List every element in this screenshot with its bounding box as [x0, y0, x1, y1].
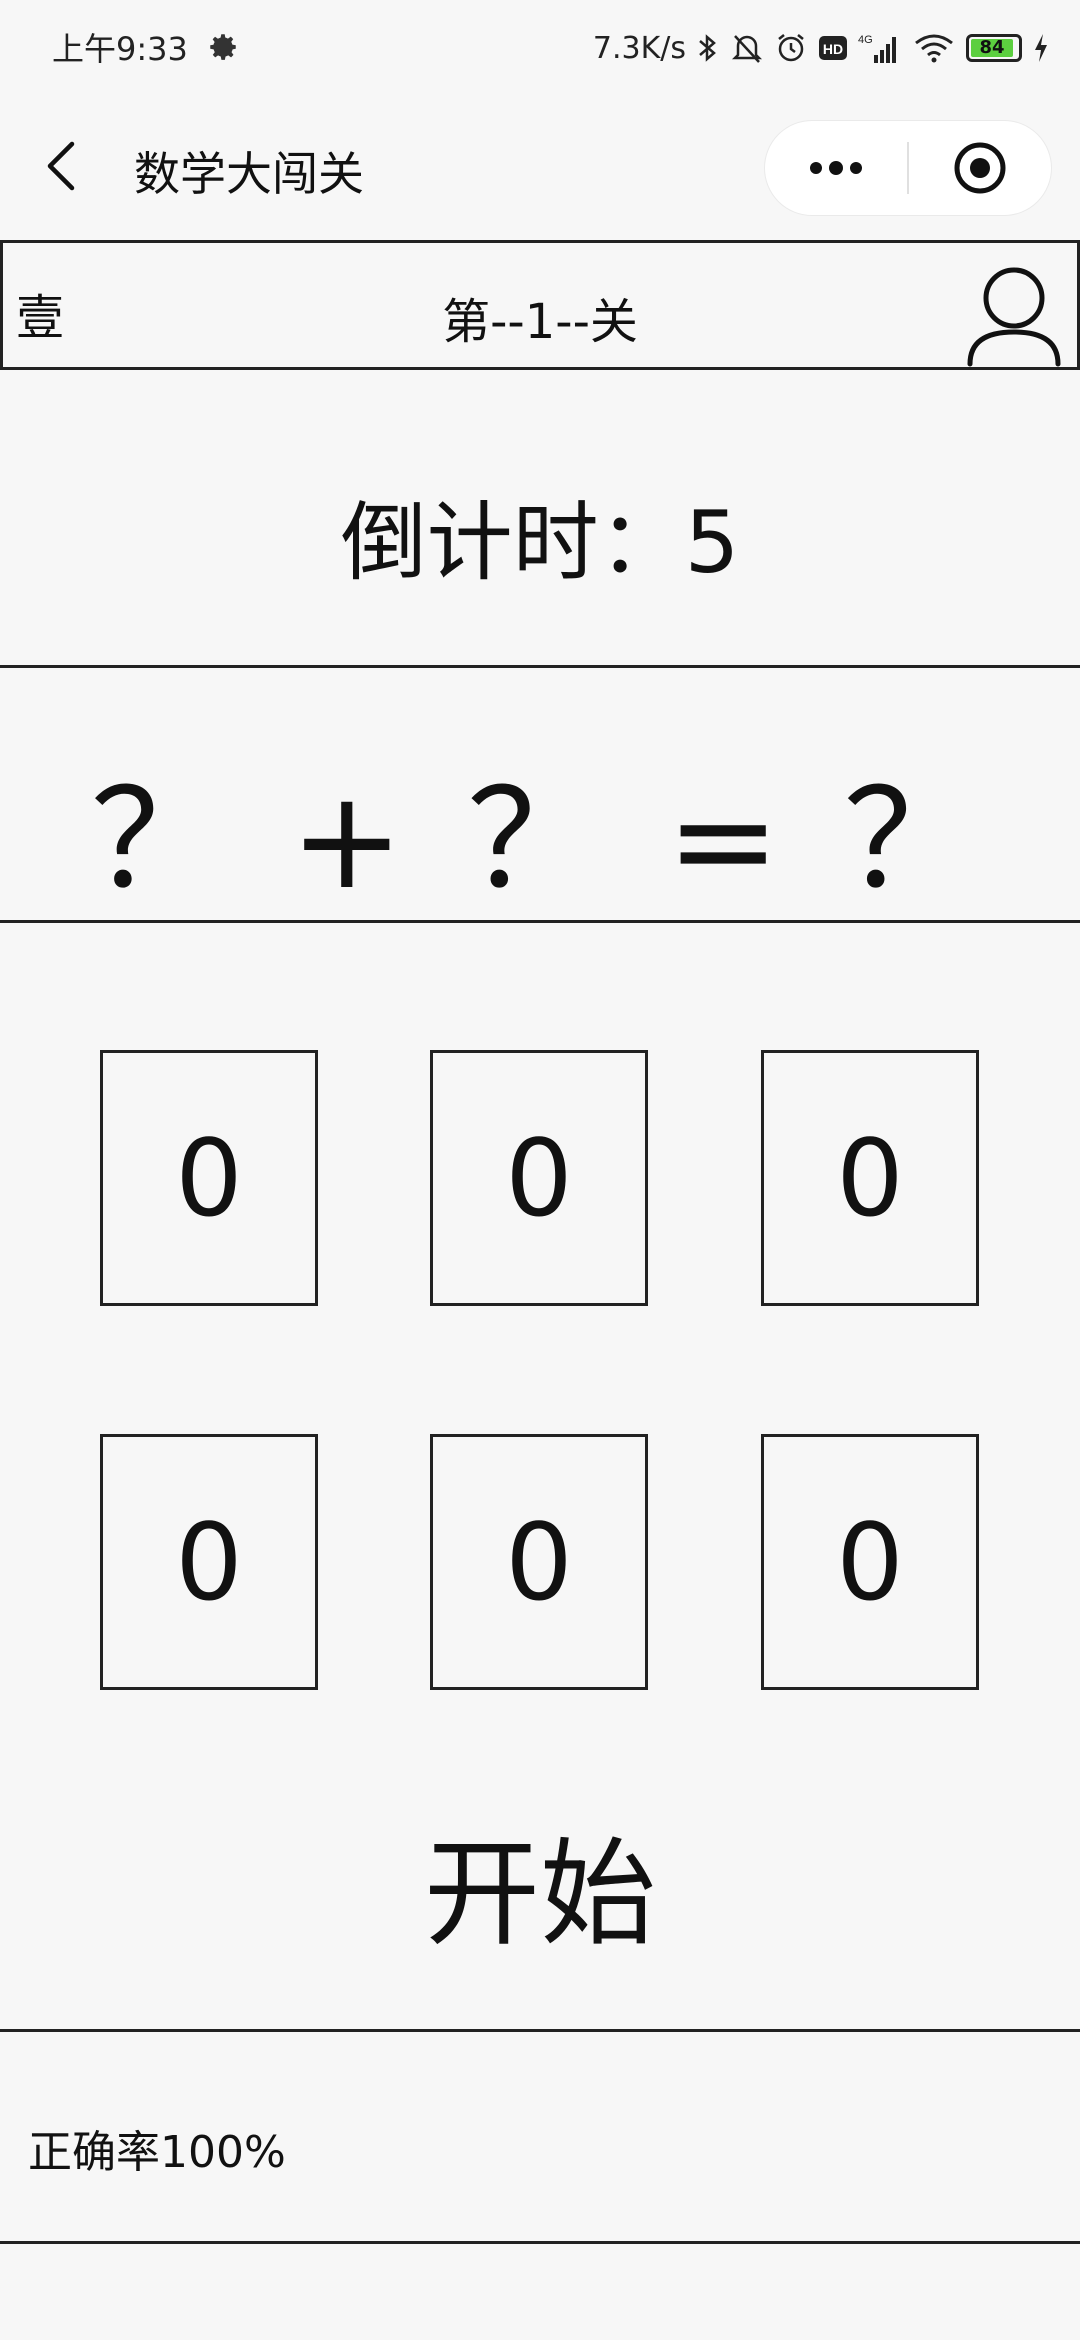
level-title: 第--1--关 — [442, 294, 638, 350]
start-button[interactable]: 开始 — [0, 1800, 1080, 1968]
number-card[interactable]: 0 — [430, 1434, 648, 1690]
back-icon[interactable] — [40, 136, 86, 196]
status-time: 上午9:33 — [52, 30, 188, 68]
network-speed: 7.3K/s — [592, 30, 686, 66]
charging-icon — [1035, 34, 1047, 62]
divider — [0, 2241, 1080, 2244]
number-card[interactable]: 0 — [100, 1434, 318, 1690]
mini-program-capsule — [764, 120, 1052, 216]
wifi-icon — [915, 34, 953, 63]
mute-bell-icon — [731, 35, 763, 63]
number-card[interactable]: 0 — [761, 1434, 979, 1690]
gear-icon — [210, 34, 236, 60]
alarm-icon — [778, 34, 804, 62]
status-icons: 7.3K/s HD 4G 84 — [593, 24, 1050, 72]
equation-text: ？ + ？ = ？ — [90, 762, 990, 920]
divider — [0, 665, 1080, 668]
bluetooth-icon — [699, 34, 716, 62]
divider — [0, 2029, 1080, 2032]
page-title: 数学大闯关 — [134, 147, 364, 201]
target-close-icon — [954, 142, 1006, 194]
countdown-text: 倒计时：5 — [340, 493, 740, 593]
more-dots-icon — [810, 161, 862, 175]
signal-4g-icon: 4G — [858, 34, 896, 63]
battery-level: 84 — [971, 39, 1013, 57]
close-mini-program-button[interactable] — [909, 121, 1051, 215]
user-icon[interactable] — [964, 258, 1064, 368]
more-button[interactable] — [765, 121, 907, 215]
divider — [0, 920, 1080, 923]
svg-text:HD: HD — [823, 41, 843, 57]
battery-icon: 84 — [966, 34, 1022, 62]
number-card[interactable]: 0 — [761, 1050, 979, 1306]
svg-text:4G: 4G — [858, 34, 873, 46]
number-card[interactable]: 0 — [430, 1050, 648, 1306]
hd-icon: HD — [819, 36, 847, 60]
number-card[interactable]: 0 — [100, 1050, 318, 1306]
accuracy-text: 正确率100% — [28, 2127, 286, 2178]
